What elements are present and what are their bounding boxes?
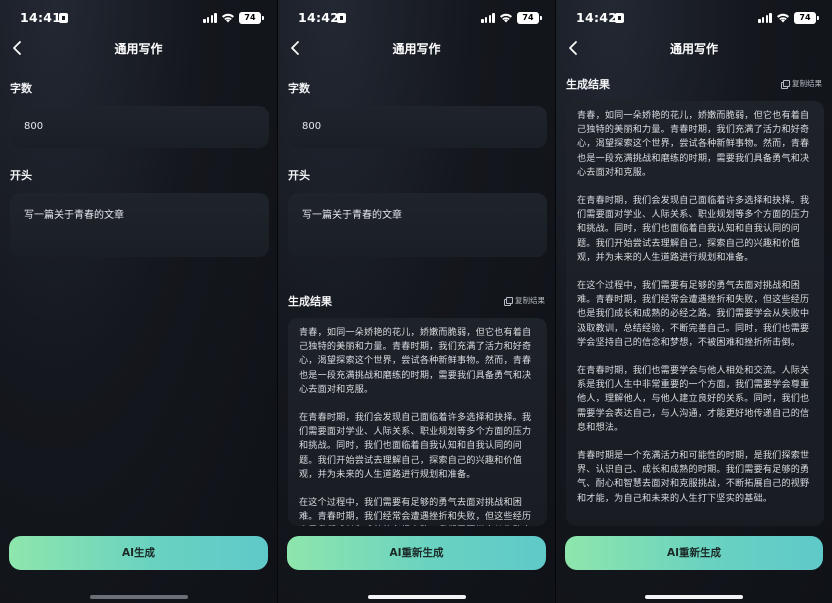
sim-icon xyxy=(59,13,68,23)
word-count-label: 字数 xyxy=(10,82,32,95)
status-bar: 14:41 74 xyxy=(0,9,277,27)
screen-form-result: 14:42 74 通用写作 字数 800 开头 写一篇关于青春的文章 生成结果 … xyxy=(278,0,555,603)
status-bar: 14:42 74 xyxy=(278,9,555,27)
result-paragraph: 青春时期是一个充满活力和可能性的时期，是我们探索世界、认识自己、成长和成熟的时期… xyxy=(577,451,810,504)
result-paragraph: 青春，如同一朵娇艳的花儿，娇嫩而脆弱，但它也有着自己独特的美丽和力量。青春时期，… xyxy=(299,328,532,395)
result-paragraph: 在青春时期，我们会发现自己面临着许多选择和抉择。我们需要面对学业、人际关系、职业… xyxy=(577,196,810,263)
result-header: 生成结果 复制结果 xyxy=(566,75,822,91)
ai-generate-button[interactable]: AI生成 xyxy=(9,536,268,570)
screen-form-empty: 14:41 74 通用写作 字数 800 开头 写一篇关于青春的文章 AI生成 xyxy=(0,0,277,603)
home-indicator xyxy=(645,595,743,599)
result-paragraph: 在青春时期，我们会发现自己面临着许多选择和抉择。我们需要面对学业、人际关系、职业… xyxy=(299,413,532,480)
result-paragraph: 青春，如同一朵娇艳的花儿，娇嫩而脆弱，但它也有着自己独特的美丽和力量。青春时期，… xyxy=(577,111,810,178)
status-bar: 14:42 74 xyxy=(556,9,832,27)
screen-result-scrolled: 14:42 74 通用写作 生成结果 复制结果 青春，如同一朵娇艳的花儿，娇嫩而… xyxy=(556,0,832,603)
ai-regenerate-button[interactable]: AI重新生成 xyxy=(565,536,823,570)
battery-icon: 74 xyxy=(794,12,819,24)
copy-icon xyxy=(504,296,513,306)
result-paragraph: 在青春时期，我们也需要学会与他人相处和交流。人际关系是我们人生中非常重要的一个方… xyxy=(577,366,810,433)
word-count-label: 字数 xyxy=(288,82,310,95)
result-label: 生成结果 xyxy=(566,78,610,91)
result-label: 生成结果 xyxy=(288,295,332,308)
page-title: 通用写作 xyxy=(669,42,718,56)
wifi-icon xyxy=(500,13,512,23)
copy-result-label: 复制结果 xyxy=(515,296,545,305)
home-indicator xyxy=(89,595,188,599)
nav-bar: 通用写作 xyxy=(0,36,277,62)
wifi-icon xyxy=(222,13,234,23)
word-count-input[interactable]: 800 xyxy=(288,106,547,148)
signal-icon xyxy=(203,13,217,23)
result-header: 生成结果 复制结果 xyxy=(288,292,545,308)
signal-icon xyxy=(481,13,495,23)
signal-icon xyxy=(758,13,772,23)
result-content[interactable]: 青春，如同一朵娇艳的花儿，娇嫩而脆弱，但它也有着自己独特的美丽和力量。青春时期，… xyxy=(566,101,824,526)
opening-label: 开头 xyxy=(288,169,310,182)
copy-result-label: 复制结果 xyxy=(792,79,822,88)
result-content[interactable]: 青春，如同一朵娇艳的花儿，娇嫩而脆弱，但它也有着自己独特的美丽和力量。青春时期，… xyxy=(288,318,547,526)
home-indicator xyxy=(367,595,466,599)
opening-textarea[interactable]: 写一篇关于青春的文章 xyxy=(10,193,269,257)
sim-icon xyxy=(615,13,624,23)
status-time: 14:41 xyxy=(20,10,62,25)
status-time: 14:42 xyxy=(298,10,340,25)
result-paragraph: 在这个过程中，我们需要有足够的勇气去面对挑战和困难。青春时期，我们经常会遭遇挫折… xyxy=(577,281,810,348)
copy-result-button[interactable]: 复制结果 xyxy=(504,295,545,306)
result-paragraph: 在这个过程中，我们需要有足够的勇气去面对挑战和困难。青春时期，我们经常会遭遇挫折… xyxy=(299,498,532,523)
opening-label: 开头 xyxy=(10,169,32,182)
battery-icon: 74 xyxy=(239,12,264,24)
wifi-icon xyxy=(777,13,789,23)
nav-bar: 通用写作 xyxy=(278,36,555,62)
sim-icon xyxy=(337,13,346,23)
battery-icon: 74 xyxy=(517,12,542,24)
status-time: 14:42 xyxy=(576,10,618,25)
opening-textarea[interactable]: 写一篇关于青春的文章 xyxy=(288,193,547,257)
page-title: 通用写作 xyxy=(392,42,441,56)
word-count-input[interactable]: 800 xyxy=(10,106,269,148)
nav-bar: 通用写作 xyxy=(556,36,832,62)
ai-regenerate-button[interactable]: AI重新生成 xyxy=(287,536,546,570)
copy-result-button[interactable]: 复制结果 xyxy=(781,78,822,89)
page-title: 通用写作 xyxy=(114,42,163,56)
copy-icon xyxy=(781,79,790,89)
